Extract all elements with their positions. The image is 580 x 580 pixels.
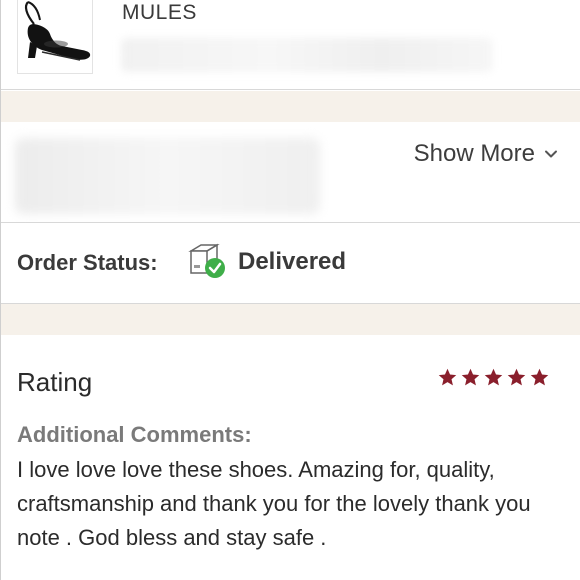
star-icon <box>461 368 480 386</box>
product-title: MULES <box>122 1 197 24</box>
star-icon <box>507 368 526 386</box>
order-detail-screen: MULES Show More Order Status: Delivered … <box>0 0 580 580</box>
star-icon <box>484 368 503 386</box>
section-separator <box>1 91 580 122</box>
star-icon <box>530 368 549 386</box>
order-status-label: Order Status: <box>17 250 158 275</box>
product-row[interactable]: MULES <box>1 0 580 90</box>
chevron-down-icon <box>545 150 557 158</box>
delivered-box-icon <box>188 243 225 278</box>
show-more-button[interactable]: Show More <box>414 140 559 168</box>
star-icon <box>438 368 457 386</box>
order-status-value: Delivered <box>238 248 347 275</box>
mule-shoe-icon <box>24 1 91 61</box>
redacted-product-details <box>121 38 493 72</box>
additional-comments-label: Additional Comments: <box>17 422 252 447</box>
rating-section: Rating Additional Comments: I love love … <box>1 335 580 580</box>
order-info-section: Show More <box>1 122 580 223</box>
star-rating <box>437 367 550 388</box>
rating-title: Rating <box>17 367 93 397</box>
product-thumbnail[interactable] <box>17 0 93 74</box>
section-separator <box>1 304 580 335</box>
order-status-row: Order Status: Delivered <box>1 223 580 304</box>
review-comment: I love love love these shoes. Amazing fo… <box>17 457 531 550</box>
show-more-label: Show More <box>413 140 535 167</box>
redacted-order-info <box>15 138 320 214</box>
